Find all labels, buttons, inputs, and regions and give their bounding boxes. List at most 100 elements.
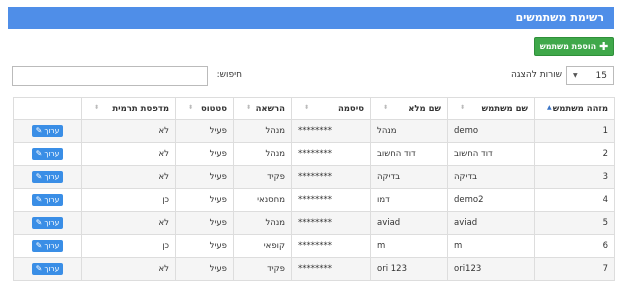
cell-full-name: ori 123 <box>370 257 448 281</box>
table-row: 3 בדיקה בדיקה ******** פקיד פעיל לא ערוך ✎ <box>13 165 615 189</box>
edit-icon: ✎ <box>35 241 43 250</box>
add-user-button[interactable]: ✚ הוספת משתמש <box>534 37 614 56</box>
cell-user-id: 2 <box>534 142 615 166</box>
rows-per-page-select[interactable]: 15 ▼ <box>566 66 614 85</box>
cell-user-id: 1 <box>534 119 615 143</box>
column-header-thermal-printer[interactable]: מדפסת תרמית ⬍ <box>81 97 176 120</box>
cell-full-name: דוד החשוב <box>370 142 448 166</box>
sort-icon: ⬍ <box>246 103 252 111</box>
edit-user-button[interactable]: ערוך ✎ <box>31 240 64 252</box>
cell-role: מנהל <box>233 211 292 235</box>
sort-icon: ⬍ <box>383 103 389 111</box>
edit-icon: ✎ <box>35 195 43 204</box>
cell-username: aviad <box>447 211 535 235</box>
cell-thermal-printer: לא <box>81 165 176 189</box>
cell-username: m <box>447 234 535 258</box>
cell-status: פעיל <box>175 142 234 166</box>
cell-thermal-printer: לא <box>81 119 176 143</box>
column-header-id[interactable]: מזהה משתמש ▲ <box>534 97 615 120</box>
search-input[interactable] <box>12 66 208 86</box>
cell-role: מחסנאי <box>233 188 292 212</box>
cell-username: בדיקה <box>447 165 535 189</box>
column-header-actions <box>13 97 82 120</box>
cell-actions: ערוך ✎ <box>13 165 82 189</box>
column-header-status[interactable]: סטטוס ⬍ <box>175 97 234 120</box>
cell-username: דוד החשוב <box>447 142 535 166</box>
cell-status: פעיל <box>175 234 234 258</box>
cell-actions: ערוך ✎ <box>13 234 82 258</box>
sort-icon: ⬍ <box>304 103 310 111</box>
cell-password: ******** <box>291 188 371 212</box>
cell-user-id: 3 <box>534 165 615 189</box>
users-table: מזהה משתמש ▲ שם משתמש ⬍ שם מלא ⬍ סיסמה ⬍ הרש… <box>13 97 615 281</box>
cell-user-id: 4 <box>534 188 615 212</box>
cell-full-name: aviad <box>370 211 448 235</box>
cell-actions: ערוך ✎ <box>13 119 82 143</box>
edit-label: ערוך <box>44 172 60 181</box>
cell-status: פעיל <box>175 165 234 189</box>
panel-title: רשימת משתמשים <box>8 7 614 29</box>
table-row: 7 ori123 ori 123 ******** פקיד פעיל לא ערוך ✎ <box>13 257 615 281</box>
cell-password: ******** <box>291 119 371 143</box>
cell-password: ******** <box>291 165 371 189</box>
cell-user-id: 6 <box>534 234 615 258</box>
table-row: 6 m m ******** קופאי פעיל כן ערוך ✎ <box>13 234 615 258</box>
column-header-role[interactable]: הרשאה ⬍ <box>233 97 292 120</box>
cell-role: מנהל <box>233 142 292 166</box>
cell-username: demo2 <box>447 188 535 212</box>
edit-icon: ✎ <box>35 149 43 158</box>
edit-user-button[interactable]: ערוך ✎ <box>31 125 64 137</box>
edit-user-button[interactable]: ערוך ✎ <box>31 217 64 229</box>
rows-per-page-value: 15 <box>595 70 607 81</box>
cell-thermal-printer: לא <box>81 211 176 235</box>
cell-thermal-printer: כן <box>81 188 176 212</box>
sort-asc-icon: ▲ <box>547 103 552 111</box>
cell-username: demo <box>447 119 535 143</box>
cell-status: פעיל <box>175 257 234 281</box>
column-header-full-name[interactable]: שם מלא ⬍ <box>370 97 448 120</box>
rows-per-page-label: שורות להצגה <box>510 70 562 80</box>
column-header-password[interactable]: סיסמה ⬍ <box>291 97 371 120</box>
cell-role: פקיד <box>233 165 292 189</box>
edit-icon: ✎ <box>35 126 43 135</box>
cell-full-name: m <box>370 234 448 258</box>
edit-label: ערוך <box>44 149 60 158</box>
edit-label: ערוך <box>44 218 60 227</box>
cell-user-id: 5 <box>534 211 615 235</box>
cell-role: קופאי <box>233 234 292 258</box>
cell-full-name: בדיקה <box>370 165 448 189</box>
add-user-label: הוספת משתמש <box>539 42 597 51</box>
cell-actions: ערוך ✎ <box>13 211 82 235</box>
cell-thermal-printer: לא <box>81 142 176 166</box>
search-label: חיפוש: <box>216 70 242 80</box>
edit-user-button[interactable]: ערוך ✎ <box>31 263 64 275</box>
sort-icon: ⬍ <box>94 103 100 111</box>
plus-icon: ✚ <box>599 40 609 53</box>
cell-thermal-printer: כן <box>81 234 176 258</box>
edit-icon: ✎ <box>35 264 43 273</box>
cell-username: ori123 <box>447 257 535 281</box>
sort-icon: ⬍ <box>188 103 194 111</box>
edit-user-button[interactable]: ערוך ✎ <box>31 148 64 160</box>
edit-label: ערוך <box>44 195 60 204</box>
edit-label: ערוך <box>44 264 60 273</box>
cell-role: מנהל <box>233 119 292 143</box>
cell-user-id: 7 <box>534 257 615 281</box>
table-row: 5 aviad aviad ******** מנהל פעיל לא ערוך ✎ <box>13 211 615 235</box>
edit-user-button[interactable]: ערוך ✎ <box>31 171 64 183</box>
cell-password: ******** <box>291 211 371 235</box>
cell-status: פעיל <box>175 119 234 143</box>
table-row: 2 דוד החשוב דוד החשוב ******** מנהל פעיל לא ערו… <box>13 142 615 166</box>
cell-status: פעיל <box>175 211 234 235</box>
column-header-username[interactable]: שם משתמש ⬍ <box>447 97 535 120</box>
cell-full-name: דמו <box>370 188 448 212</box>
edit-user-button[interactable]: ערוך ✎ <box>31 194 64 206</box>
table-row: 1 demo מנהל ******** מנהל פעיל לא ערוך ✎ <box>13 119 615 143</box>
users-page: רשימת משתמשים ✚ הוספת משתמש 15 ▼ שורות ל… <box>0 0 623 291</box>
cell-thermal-printer: לא <box>81 257 176 281</box>
cell-password: ******** <box>291 257 371 281</box>
cell-role: פקיד <box>233 257 292 281</box>
cell-actions: ערוך ✎ <box>13 257 82 281</box>
cell-actions: ערוך ✎ <box>13 188 82 212</box>
cell-status: פעיל <box>175 188 234 212</box>
